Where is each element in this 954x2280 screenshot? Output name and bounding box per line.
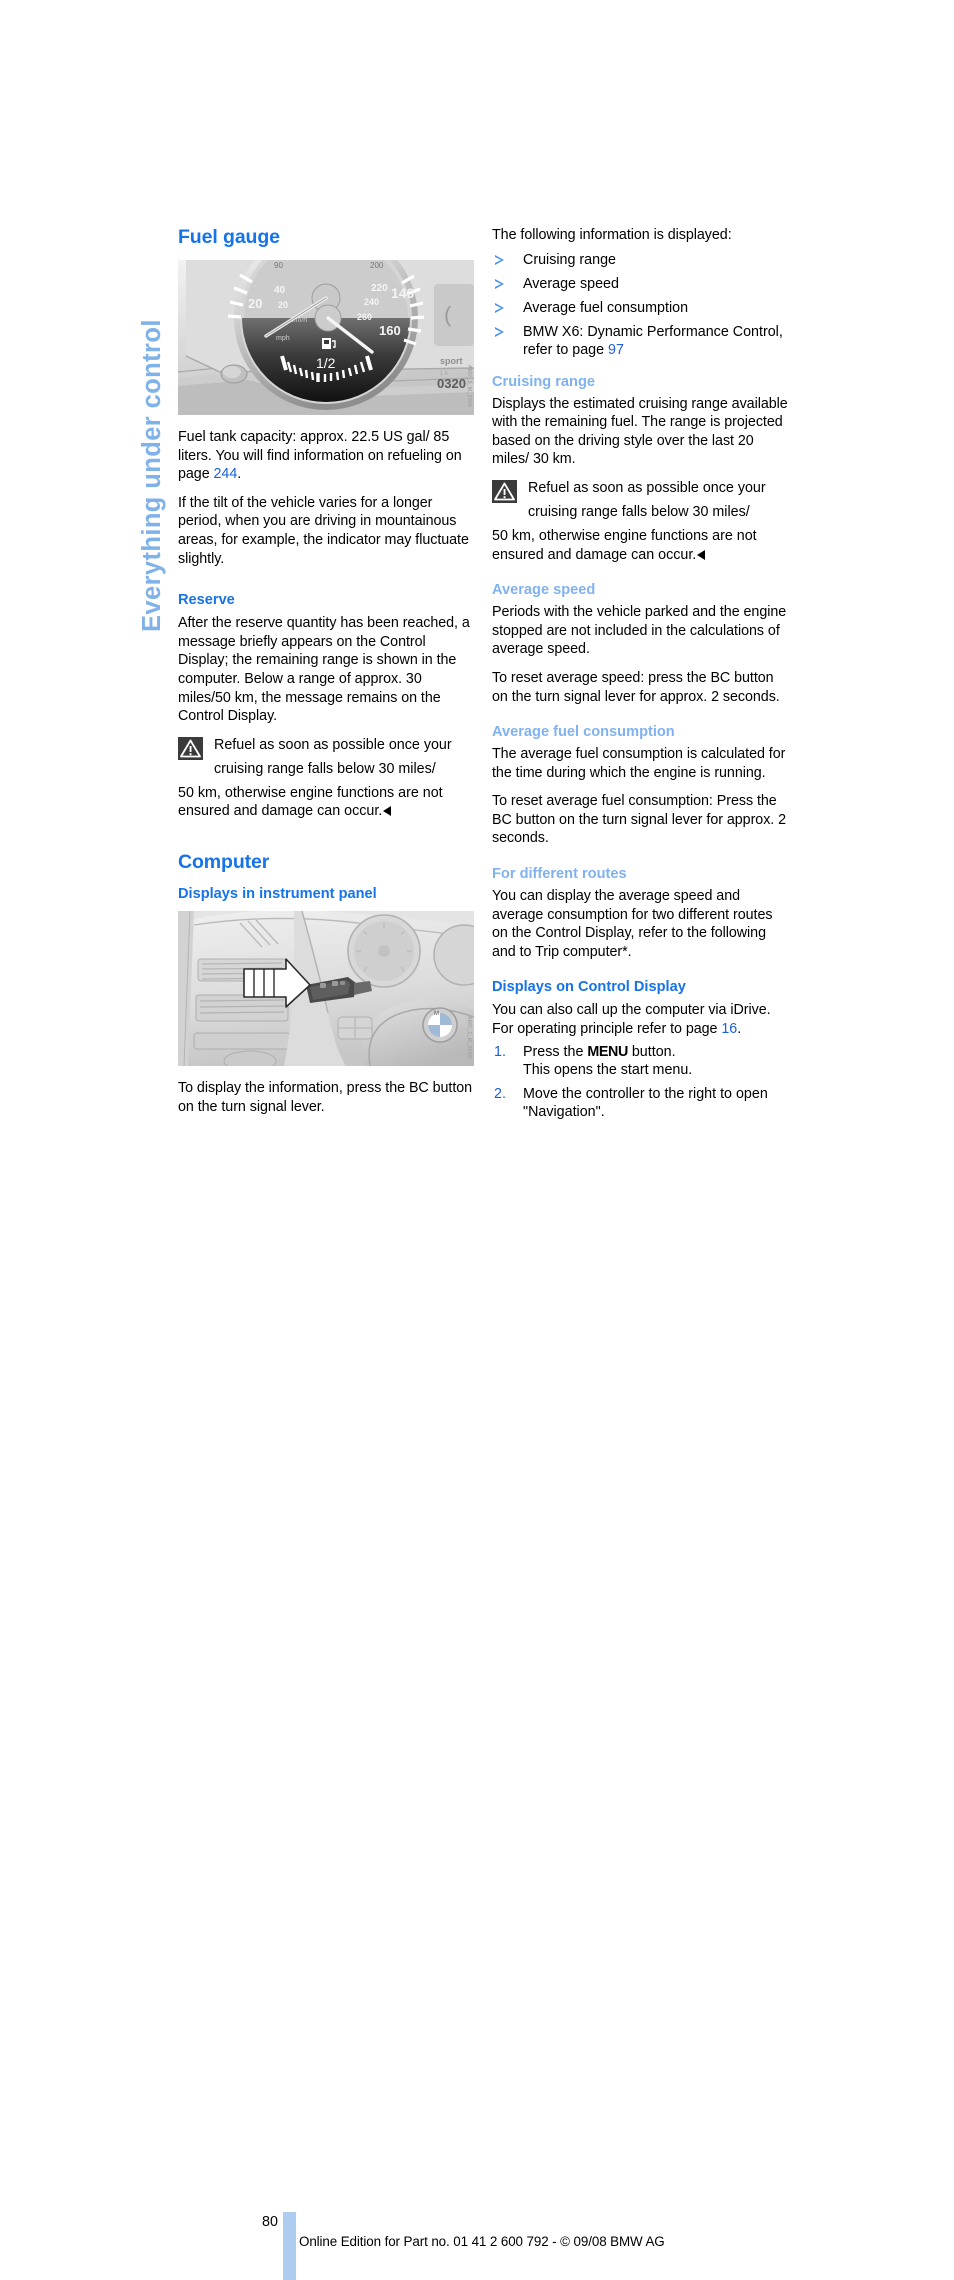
fuel-gauge-half-label: 1/2 bbox=[316, 355, 336, 371]
svg-text:160: 160 bbox=[379, 323, 401, 338]
list-item-dynamic-performance-control: BMW X6: Dynamic Performance Control, ref… bbox=[492, 323, 788, 360]
fuel-gauge-illustration: 20 40 20 220 240 260 140 160 km/h mph 90… bbox=[178, 260, 474, 415]
triangle-bullet-icon bbox=[494, 255, 504, 266]
following-info-intro: The following information is displayed: bbox=[492, 227, 732, 243]
fuel-gauge-figure: 20 40 20 220 240 260 140 160 km/h mph 90… bbox=[178, 260, 474, 415]
warning-line-1: Refuel as soon as possible once your bbox=[528, 479, 766, 496]
warning-rest-text: 50 km, otherwise engine functions are no… bbox=[492, 527, 757, 563]
step-number: 1. bbox=[494, 1043, 506, 1060]
page-ref-244[interactable]: 244 bbox=[214, 466, 238, 482]
turn-signal-lever-illustration: M bbox=[178, 910, 474, 1066]
page-footer: 80 Online Edition for Part no. 01 41 2 6… bbox=[0, 1106, 954, 2280]
warning-rest: 50 km, otherwise engine functions are no… bbox=[492, 527, 788, 564]
svg-text:20: 20 bbox=[278, 300, 288, 310]
list-item-label: Average speed bbox=[523, 275, 619, 292]
warning-line-1: Refuel as soon as possible once your bbox=[214, 736, 452, 753]
triangle-bullet-icon bbox=[494, 303, 504, 314]
svg-text:40: 40 bbox=[274, 285, 286, 296]
svg-text:220: 220 bbox=[371, 283, 388, 294]
list-item-label: Average fuel consumption bbox=[523, 299, 689, 316]
displays-on-control-display-paragraph: You can also call up the computer via iD… bbox=[492, 1002, 771, 1038]
svg-text:sport: sport bbox=[440, 356, 463, 366]
svg-text:20: 20 bbox=[248, 296, 262, 311]
svg-text:90: 90 bbox=[274, 261, 283, 270]
cruising-range-paragraph: Displays the estimated cruising range av… bbox=[492, 395, 788, 468]
warning-line-2: cruising range falls below 30 miles/ bbox=[528, 503, 750, 520]
page-ref-97[interactable]: 97 bbox=[608, 342, 624, 358]
svg-text:260: 260 bbox=[357, 312, 372, 322]
warning-rest: 50 km, otherwise engine functions are no… bbox=[178, 784, 474, 821]
menu-button-key: MENU bbox=[587, 1043, 628, 1060]
svg-text:240: 240 bbox=[364, 297, 379, 307]
average-fuel-consumption-paragraph-2: To reset average fuel consumption: Press… bbox=[492, 793, 787, 847]
reserve-warning-note: Refuel as soon as possible once your cru… bbox=[178, 736, 474, 821]
manual-page: Everything under control Fuel gauge 20 4… bbox=[0, 0, 954, 2280]
svg-text:140: 140 bbox=[391, 285, 415, 301]
list-item-cruising-range: Cruising range bbox=[492, 251, 788, 270]
tilt-paragraph: If the tilt of the vehicle varies for a … bbox=[178, 494, 469, 567]
svg-text:200: 200 bbox=[370, 261, 384, 270]
note-end-marker bbox=[383, 806, 392, 817]
heading-reserve: Reserve bbox=[178, 592, 235, 609]
heading-displays-in-instrument-panel: Displays in instrument panel bbox=[178, 885, 377, 902]
step-text-pre: Move the controller to the right to open bbox=[523, 1085, 768, 1102]
list-item-label: Cruising range bbox=[523, 251, 616, 268]
fuel-capacity-paragraph: Fuel tank capacity: approx. 22.5 US gal/… bbox=[178, 429, 462, 483]
odometer-reading: 0320 bbox=[437, 376, 466, 391]
svg-text:M: M bbox=[434, 1011, 439, 1017]
warning-triangle-icon bbox=[178, 736, 203, 760]
right-column: The following information is displayed: … bbox=[492, 226, 788, 1127]
cruising-range-warning-note: Refuel as soon as possible once your cru… bbox=[492, 479, 788, 564]
step-text-line2: This opens the start menu. bbox=[523, 1062, 693, 1079]
for-different-routes-paragraph: You can display the average speed and av… bbox=[492, 888, 773, 960]
figure-code: AMR_1_M_0006 bbox=[466, 364, 472, 407]
chapter-tab-label: Everything under control bbox=[138, 319, 166, 632]
displayed-information-list: Cruising range Average speed Average fue… bbox=[492, 251, 788, 360]
page-ref-16[interactable]: 16 bbox=[721, 1021, 737, 1037]
left-column: Fuel gauge 20 40 20 220 240 260 140 160 … bbox=[178, 226, 474, 1116]
footer-accent-bar bbox=[283, 2212, 296, 2280]
figure-code: AMR_1_M_0068 bbox=[466, 1015, 472, 1058]
list-item-average-speed: Average speed bbox=[492, 275, 788, 294]
heading-computer: Computer bbox=[178, 850, 270, 873]
warning-line-2: cruising range falls below 30 miles/ bbox=[214, 760, 436, 777]
page-title-fuel-gauge: Fuel gauge bbox=[178, 226, 280, 248]
footer-edition-text: Online Edition for Part no. 01 41 2 600 … bbox=[299, 2234, 665, 2249]
step-number: 2. bbox=[494, 1085, 506, 1102]
triangle-bullet-icon bbox=[494, 327, 504, 338]
heading-displays-on-control-display: Displays on Control Display bbox=[492, 979, 686, 996]
heading-cruising-range: Cruising range bbox=[492, 373, 595, 390]
heading-average-speed: Average speed bbox=[492, 582, 596, 599]
heading-average-fuel-consumption: Average fuel consumption bbox=[492, 724, 675, 741]
triangle-bullet-icon bbox=[494, 279, 504, 290]
svg-text:mph: mph bbox=[276, 335, 290, 342]
reserve-paragraph: After the reserve quantity has been reac… bbox=[178, 615, 470, 725]
heading-for-different-routes: For different routes bbox=[492, 866, 627, 883]
warning-triangle-icon bbox=[492, 479, 517, 503]
svg-text:(: ( bbox=[444, 302, 452, 327]
step-1: 1. Press the MENU button. This opens the… bbox=[492, 1043, 788, 1080]
chapter-tab: Everything under control bbox=[104, 214, 166, 634]
average-speed-paragraph-1: Periods with the vehicle parked and the … bbox=[492, 604, 787, 658]
average-fuel-consumption-paragraph-1: The average fuel consumption is calculat… bbox=[492, 746, 786, 781]
note-end-marker bbox=[697, 549, 706, 560]
step-text-post: button. bbox=[627, 1043, 676, 1060]
list-item-average-fuel-consumption: Average fuel consumption bbox=[492, 299, 788, 318]
instrument-panel-figure: M AMR_1_M_0068 bbox=[178, 910, 474, 1066]
step-text-pre: Press the bbox=[523, 1043, 588, 1060]
warning-rest-text: 50 km, otherwise engine functions are no… bbox=[178, 784, 443, 820]
average-speed-paragraph-2: To reset average speed: press the BC but… bbox=[492, 669, 780, 705]
page-number: 80 bbox=[262, 2214, 278, 2230]
list-item-label: BMW X6: Dynamic Performance Control, ref… bbox=[523, 323, 783, 359]
